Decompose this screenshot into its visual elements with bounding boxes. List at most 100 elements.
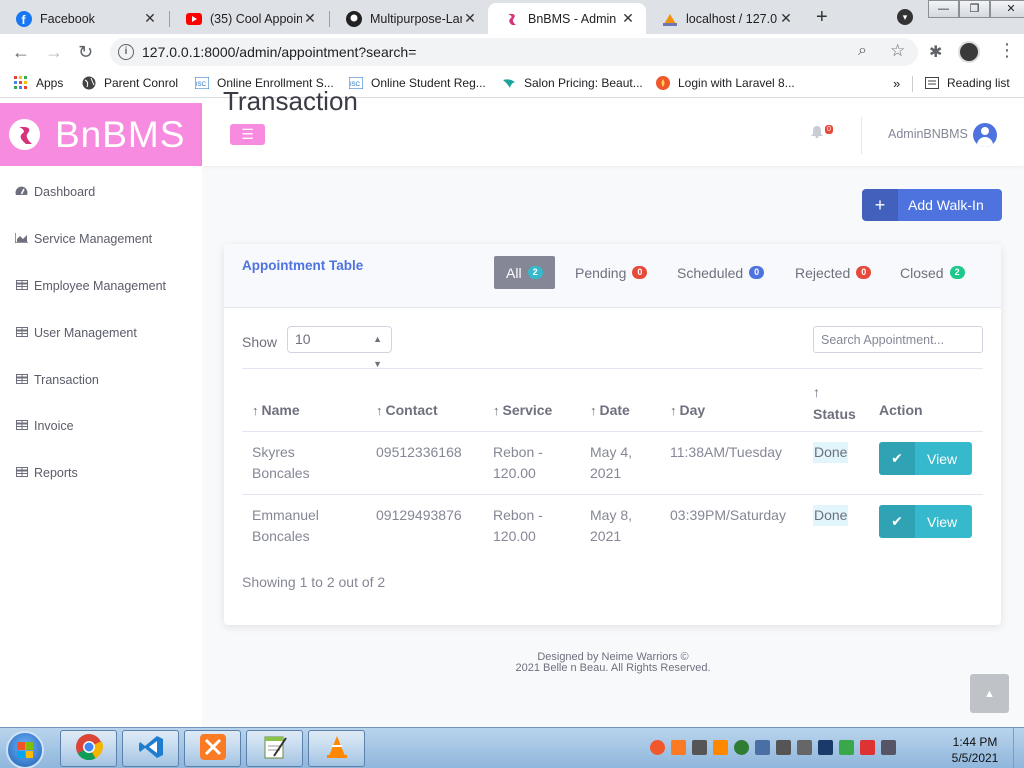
tray-lock-icon[interactable] [692,740,707,755]
browser-tab-bnbms[interactable]: BnBMS - Admin P ✕ [488,3,646,34]
sidebar-item-transaction[interactable]: Transaction [15,373,99,387]
brand-logo-icon [9,119,40,150]
taskbar-xampp[interactable] [184,730,241,767]
profile-avatar[interactable] [958,41,980,63]
extensions-puzzle-icon[interactable]: ✱ [929,42,942,62]
bookmark-star-icon[interactable]: ☆ [890,41,905,61]
brand-header[interactable]: BnBMS [0,103,202,166]
browser-tab-youtube[interactable]: (35) Cool Appoint ✕ [170,3,328,34]
cell-day: 11:38AM/Tuesday [670,444,783,460]
filter-tab-closed[interactable]: Closed 2 [888,256,977,289]
sidebar-item-reports[interactable]: Reports [15,466,78,480]
column-header-contact[interactable]: ↑ Contact [376,402,438,418]
start-button[interactable] [6,731,44,768]
column-header-day[interactable]: ↑ Day [670,402,705,418]
cell-contact: 09512336168 [376,444,462,460]
taskbar-clock[interactable]: 1:44 PM 5/5/2021 [942,734,1008,766]
table-icon [15,419,28,433]
column-header-service[interactable]: ↑ Service [493,402,552,418]
notification-count-badge: 0 [825,125,833,134]
sidebar-item-service-management[interactable]: Service Management [14,232,152,246]
reading-list-button[interactable]: Reading list [925,76,1010,90]
tray-device-icon[interactable] [797,740,812,755]
column-header-status[interactable]: ↑ Status [813,381,856,425]
scroll-to-top-button[interactable]: ▲ [970,674,1009,713]
bookmark-salon-pricing[interactable]: Salon Pricing: Beaut... [502,76,643,90]
new-tab-icon[interactable]: + [816,6,828,29]
close-tab-icon[interactable]: ✕ [778,10,794,27]
url-text[interactable]: 127.0.0.1:8000/admin/appointment?search= [142,44,416,60]
search-appointment-input[interactable] [813,326,983,353]
bookmark-parent-control[interactable]: Parent Conrol [82,76,178,90]
taskbar-vscode[interactable] [122,730,179,767]
zoom-icon[interactable]: ⌕ [858,42,867,60]
forward-icon[interactable]: → [45,42,63,63]
filter-tab-scheduled[interactable]: Scheduled 0 [665,256,776,289]
sidebar-item-invoice[interactable]: Invoice [15,419,74,433]
browser-tab-github[interactable]: Multipurpose-Lar ✕ [330,3,488,34]
admin-username[interactable]: AdminBNBMS [888,127,968,141]
tray-monitor-icon[interactable] [881,740,896,755]
more-bookmarks-icon[interactable]: » [893,76,900,91]
add-walk-in-button[interactable]: + Add Walk-In [862,189,1002,221]
view-button[interactable]: ✔ View [879,442,972,475]
back-icon[interactable]: ← [12,42,30,63]
tray-display-icon[interactable] [755,740,770,755]
tray-vlc-icon[interactable] [713,740,728,755]
tray-xampp-icon[interactable] [671,740,686,755]
globe-icon [82,76,96,90]
column-header-date[interactable]: ↑ Date [590,402,630,418]
cell-service: Rebon - 120.00 [493,507,543,544]
show-entries-select[interactable]: 10 ▲ ▼ [287,326,392,369]
browser-tab-facebook[interactable]: f Facebook ✕ [0,3,168,34]
taskbar-notepad[interactable] [246,730,303,767]
show-desktop-button[interactable] [1013,728,1024,768]
bookmark-login-laravel[interactable]: Login with Laravel 8... [656,76,795,90]
sidebar-item-dashboard[interactable]: Dashboard [15,185,95,199]
sidebar-toggle-button[interactable]: ☰ [230,124,265,145]
window-close-icon[interactable]: ✕ [990,0,1024,18]
bookmark-online-student-reg[interactable]: ISC Online Student Reg... [349,76,486,90]
chevron-up-icon: ▲ [984,687,995,700]
filter-count-badge: 0 [632,266,648,279]
tray-app-icon[interactable] [650,740,665,755]
sort-arrow-icon: ↑ [376,403,383,418]
reload-icon[interactable]: ↻ [78,42,93,63]
sidebar-item-employee-management[interactable]: Employee Management [15,279,166,293]
cell-name: Emmanuel Boncales [252,507,319,544]
reading-list-icon [925,76,939,90]
restore-icon[interactable]: ❐ [959,0,990,18]
minimize-icon[interactable]: — [928,0,959,18]
address-bar[interactable]: i 127.0.0.1:8000/admin/appointment?searc… [110,38,918,66]
show-entries-label: Show [242,334,278,350]
filter-tab-all[interactable]: All 2 [494,256,555,289]
taskbar-chrome[interactable] [60,730,117,767]
close-tab-icon[interactable]: ✕ [302,10,318,27]
tray-action-center-icon[interactable] [860,740,875,755]
tray-volume-icon[interactable] [776,740,791,755]
column-header-name[interactable]: ↑ Name [252,402,300,418]
close-tab-icon[interactable]: ✕ [462,10,478,27]
table-icon [15,279,28,293]
browser-menu-icon[interactable]: ⋮ [998,40,1016,61]
tray-terminal-icon[interactable] [818,740,833,755]
sidebar-item-user-management[interactable]: User Management [15,326,137,340]
card-title: Appointment Table [242,258,364,273]
close-tab-icon[interactable]: ✕ [142,10,158,27]
status-badge: Done [813,442,849,463]
view-button[interactable]: ✔ View [879,505,972,538]
admin-avatar-icon[interactable] [973,123,997,147]
filter-tab-rejected[interactable]: Rejected 0 [783,256,883,289]
bookmark-apps[interactable]: Apps [14,76,63,90]
tab-search-icon[interactable]: ▾ [897,9,913,25]
site-info-icon[interactable]: i [118,44,134,60]
notification-bell-icon[interactable] [811,125,823,141]
close-tab-icon[interactable]: ✕ [620,10,636,27]
tray-network-icon[interactable] [734,740,749,755]
check-icon: ✔ [879,505,915,538]
tray-shield-icon[interactable] [839,740,854,755]
taskbar-vlc[interactable] [308,730,365,767]
plus-icon: + [862,189,898,221]
browser-tab-phpmyadmin[interactable]: localhost / 127.0.0 ✕ [646,3,804,34]
filter-tab-pending[interactable]: Pending 0 [563,256,659,289]
